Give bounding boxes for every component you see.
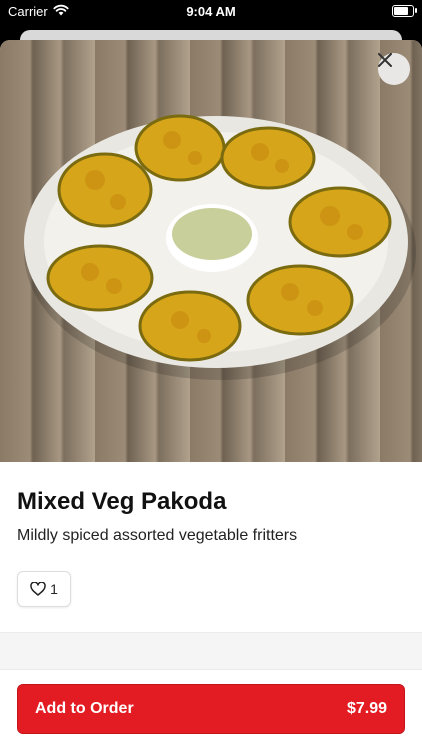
battery-fill bbox=[394, 7, 409, 15]
like-button[interactable]: 1 bbox=[17, 571, 71, 607]
item-title: Mixed Veg Pakoda bbox=[17, 488, 227, 515]
battery-icon bbox=[392, 5, 417, 17]
food-illustration bbox=[24, 114, 416, 380]
item-photo bbox=[0, 40, 422, 462]
add-to-order-label: Add to Order bbox=[35, 700, 134, 717]
item-description: Mildly spiced assorted vegetable fritter… bbox=[17, 527, 298, 544]
like-count: 1 bbox=[50, 581, 58, 597]
status-bar: Carrier 9:04 AM bbox=[0, 0, 422, 24]
close-icon bbox=[378, 53, 392, 67]
heart-icon bbox=[30, 582, 46, 596]
item-detail-sheet: Mixed Veg Pakoda Mildly spiced assorted … bbox=[0, 40, 422, 750]
section-divider bbox=[0, 632, 422, 670]
close-button[interactable] bbox=[378, 53, 410, 85]
status-time: 9:04 AM bbox=[186, 4, 236, 19]
item-price: $7.99 bbox=[346, 700, 387, 717]
add-to-order-button[interactable]: Add to Order $7.99 bbox=[17, 684, 405, 734]
